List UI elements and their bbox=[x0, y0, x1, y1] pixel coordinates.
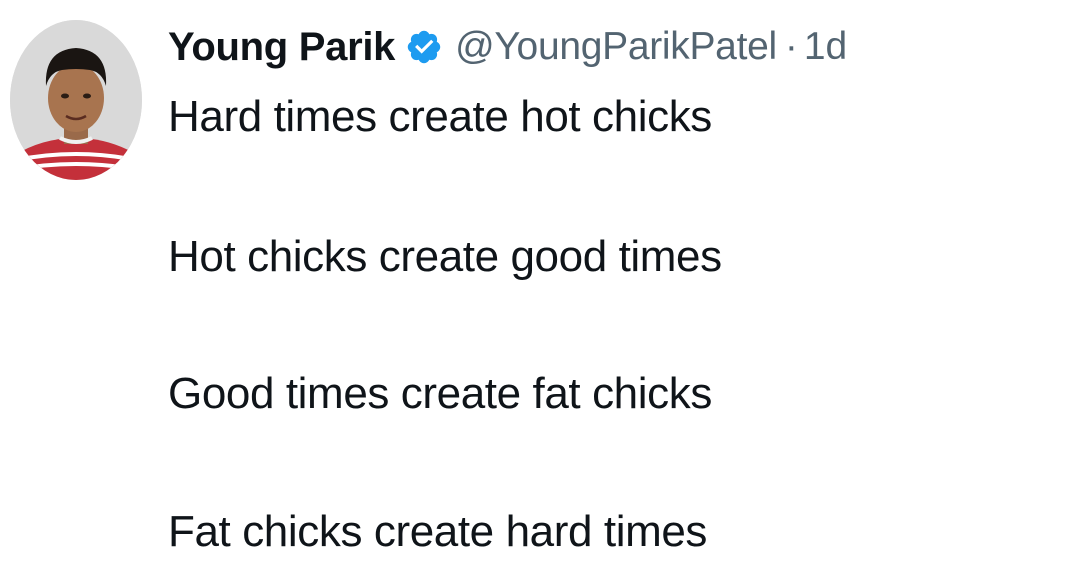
tweet-text-line: Good times create fat chicks bbox=[168, 369, 712, 418]
display-name[interactable]: Young Parik bbox=[168, 25, 395, 70]
tweet-header: Young Parik @YoungParikPatel · 1d bbox=[168, 19, 847, 75]
author-handle[interactable]: @YoungParikPatel bbox=[455, 25, 777, 69]
tweet[interactable]: Young Parik @YoungParikPatel · 1d Hard t… bbox=[0, 0, 1080, 566]
tweet-text-line: Hard times create hot chicks bbox=[168, 92, 712, 141]
timestamp[interactable]: 1d bbox=[804, 25, 847, 69]
separator-dot: · bbox=[784, 25, 798, 68]
tweet-text-line: Hot chicks create good times bbox=[168, 232, 722, 281]
verified-badge-icon bbox=[405, 28, 443, 66]
tweet-text-line: Fat chicks create hard times bbox=[168, 507, 707, 556]
avatar[interactable] bbox=[10, 20, 142, 180]
avatar-image bbox=[10, 20, 142, 180]
